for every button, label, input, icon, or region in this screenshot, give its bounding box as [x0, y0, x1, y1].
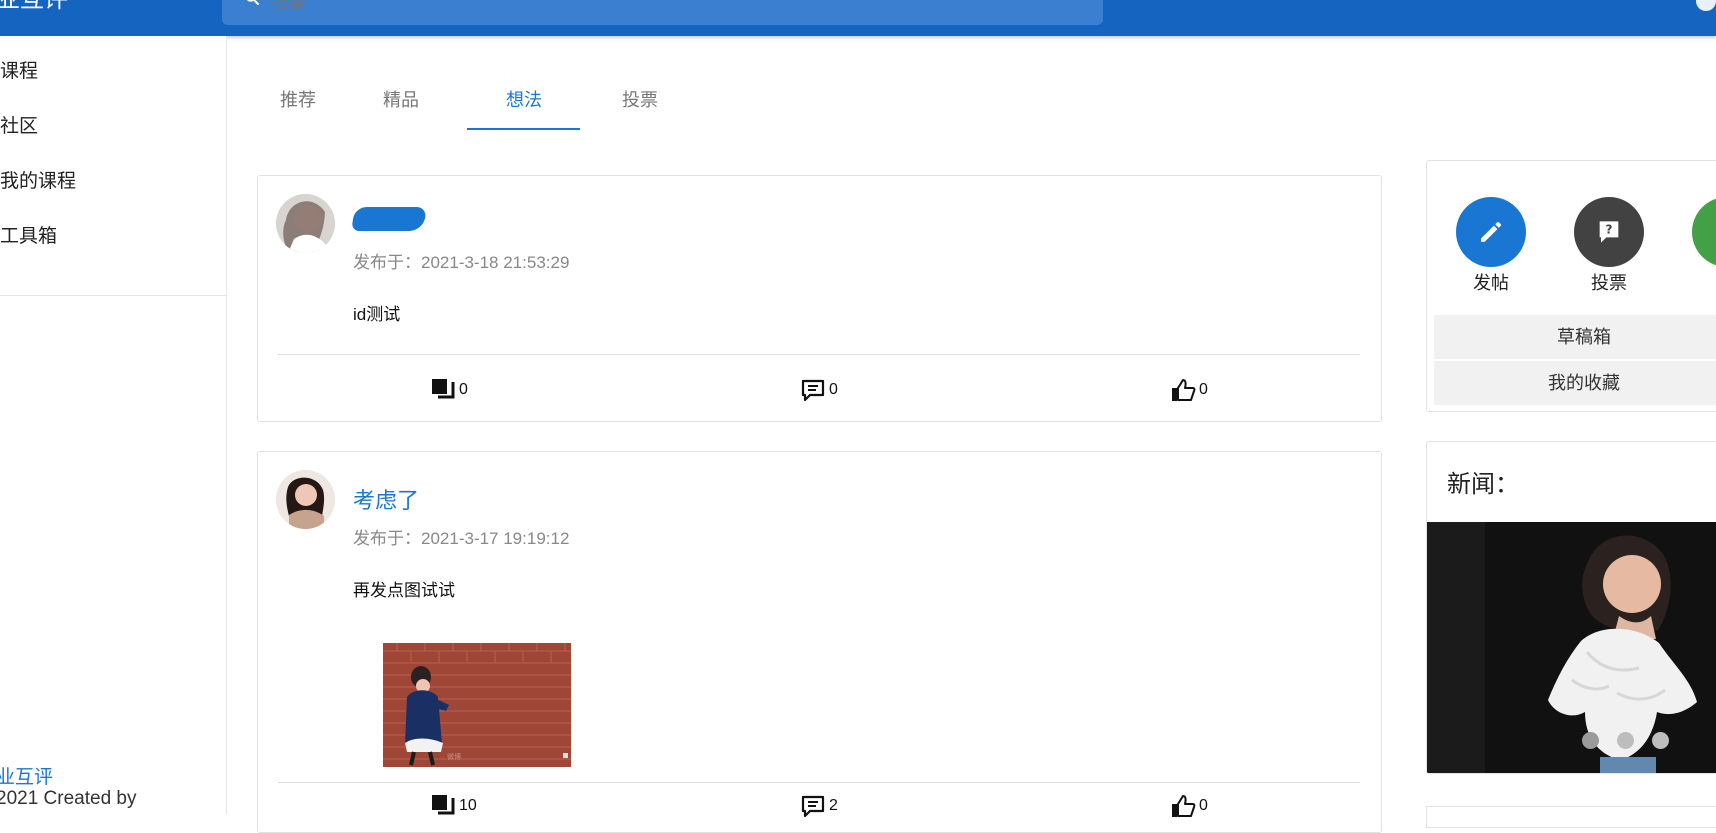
comment-action[interactable]: 2	[799, 792, 838, 820]
tab-featured[interactable]: 精品	[365, 82, 437, 130]
news-card: 新闻：	[1426, 441, 1716, 774]
sidebar-item-toolbox[interactable]: 工具箱	[0, 220, 220, 254]
app-brand[interactable]: 业互评	[0, 0, 68, 12]
like-action[interactable]: 0	[1169, 792, 1208, 820]
search-input[interactable]	[270, 0, 1064, 13]
copy-action[interactable]: 10	[429, 792, 477, 820]
comment-count: 0	[829, 381, 838, 398]
like-count: 0	[1199, 797, 1208, 814]
top-bar: 业互评	[0, 0, 1716, 36]
vote-label: 投票	[1591, 273, 1627, 293]
thumbs-up-icon	[1172, 795, 1196, 817]
copy-count: 10	[459, 797, 477, 814]
like-action[interactable]: 0	[1169, 376, 1208, 404]
brick-wall-photo-icon: 微博	[383, 643, 571, 767]
post-divider	[278, 782, 1360, 783]
copy-icon	[432, 795, 455, 815]
copy-count: 0	[459, 381, 468, 398]
tab-ideas[interactable]: 想法	[472, 82, 576, 130]
search-box[interactable]	[222, 0, 1103, 25]
idea-button[interactable]	[1692, 197, 1716, 267]
svg-text:微博: 微博	[447, 752, 461, 761]
author-avatar[interactable]	[276, 470, 335, 529]
idea-label: 想	[1682, 269, 1716, 295]
vote-button[interactable]: ?	[1574, 197, 1644, 267]
next-card	[1426, 806, 1716, 828]
post-time: 发布于：2021-3-17 19:19:12	[353, 529, 570, 548]
comment-count: 2	[829, 797, 838, 814]
comment-icon	[801, 379, 825, 402]
post-card: 发布于：2021-3-18 21:53:29 id测试 0 0 0	[257, 175, 1382, 422]
user-avatar[interactable]	[1696, 0, 1716, 11]
footer-link[interactable]: 业互评	[0, 762, 53, 789]
news-carousel-image[interactable]	[1427, 522, 1716, 773]
carousel-dot[interactable]	[1582, 732, 1599, 749]
idea-icon	[1711, 216, 1716, 248]
post-card: 考虑了 发布于：2021-3-17 19:19:12 再发点图试试 微博 10	[257, 451, 1382, 833]
post-time: 发布于：2021-3-18 21:53:29	[353, 253, 570, 272]
news-title: 新闻：	[1447, 471, 1519, 498]
drafts-link[interactable]: 草稿箱	[1434, 315, 1716, 359]
sidebar: 课程 社区 我的课程 工具箱 业互评 2021 Created by	[0, 36, 227, 814]
sidebar-item-courses[interactable]: 课程	[0, 55, 220, 89]
search-icon[interactable]	[244, 0, 260, 6]
sidebar-item-my-courses[interactable]: 我的课程	[0, 165, 220, 199]
comment-action[interactable]: 0	[799, 376, 838, 404]
comment-icon	[801, 795, 825, 818]
post-content: 再发点图试试	[353, 581, 455, 600]
sidebar-item-community[interactable]: 社区	[0, 110, 220, 144]
copy-icon	[432, 379, 455, 399]
pencil-icon	[1481, 222, 1501, 242]
redacted-author-name	[351, 207, 427, 231]
tab-recommended[interactable]: 推荐	[262, 82, 334, 130]
carousel-dot[interactable]	[1652, 732, 1669, 749]
copy-action[interactable]: 0	[429, 376, 468, 404]
post-content: id测试	[353, 305, 401, 324]
svg-text:?: ?	[1606, 222, 1613, 236]
tab-votes[interactable]: 投票	[604, 82, 676, 130]
new-post-label: 发帖	[1473, 273, 1509, 293]
vote-icon: ?	[1599, 221, 1619, 243]
sidebar-divider	[0, 295, 226, 296]
quick-actions-card: 发帖 ? 投票 想 草稿箱 我的收藏	[1426, 160, 1716, 412]
portrait-photo-icon	[1427, 522, 1716, 773]
avatar-photo-icon	[276, 470, 335, 529]
post-divider	[278, 354, 1360, 355]
carousel-dot[interactable]	[1617, 732, 1634, 749]
active-tab-indicator	[467, 128, 580, 130]
author-avatar[interactable]	[276, 194, 335, 253]
post-image[interactable]: 微博	[383, 643, 571, 767]
new-post-button[interactable]	[1456, 197, 1526, 267]
like-count: 0	[1199, 381, 1208, 398]
footer-copyright: 2021 Created by	[0, 788, 137, 809]
carousel-indicators	[1582, 732, 1669, 749]
avatar-photo-icon	[276, 194, 335, 253]
favorites-link[interactable]: 我的收藏	[1434, 361, 1716, 405]
post-author[interactable]: 考虑了	[353, 483, 419, 515]
thumbs-up-icon	[1172, 379, 1196, 401]
